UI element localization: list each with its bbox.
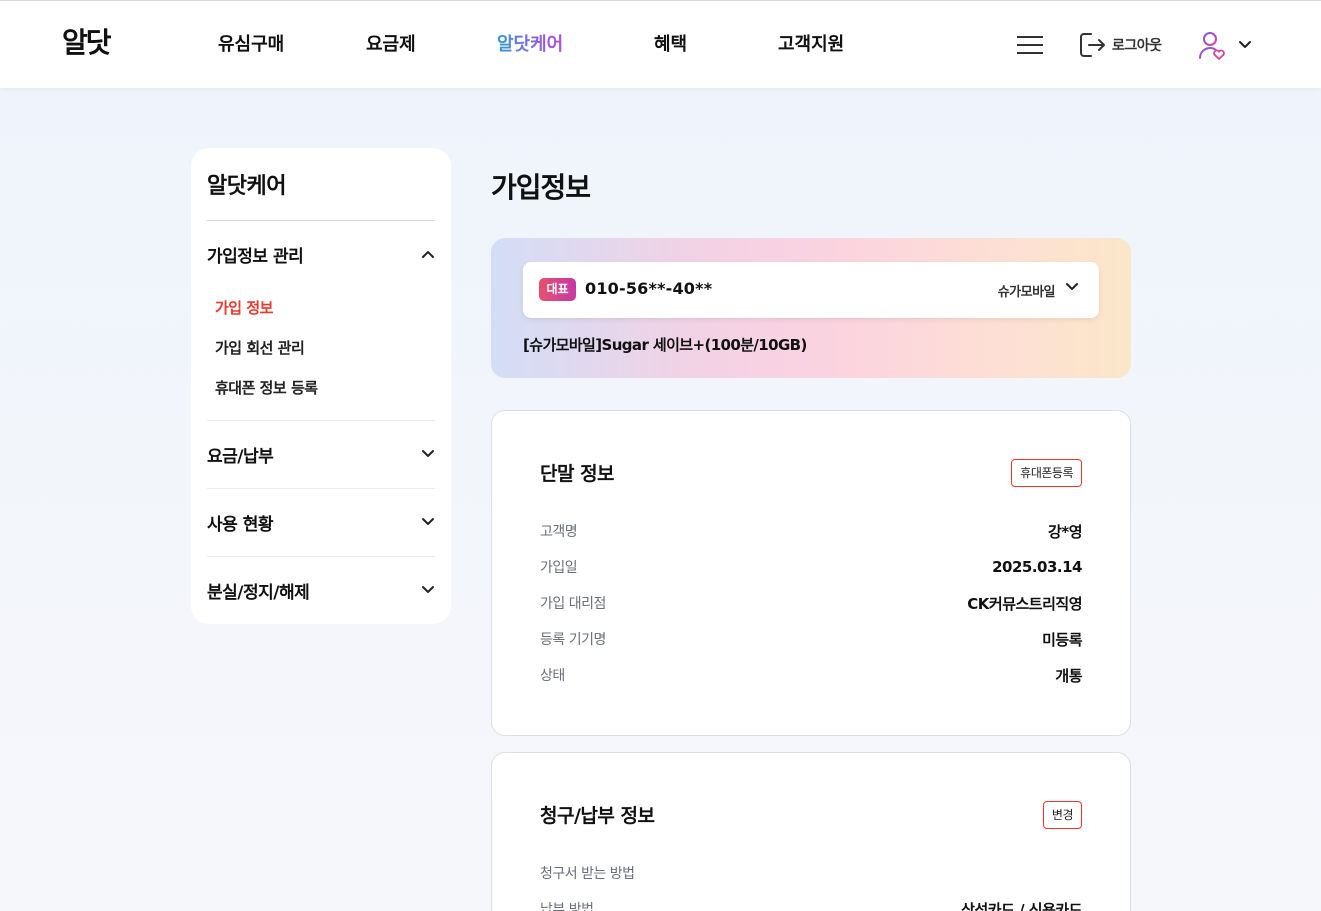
- sidebar-divider: [207, 220, 435, 221]
- info-row: 상태 개통: [540, 663, 1082, 687]
- info-label: 등록 기기명: [540, 632, 606, 648]
- nav-customer-support[interactable]: 고객지원: [778, 31, 844, 59]
- logout-button[interactable]: 로그아웃: [1078, 30, 1162, 60]
- phone-number: 010-56**-40**: [585, 279, 713, 298]
- info-label: 청구서 받는 방법: [540, 866, 635, 882]
- carrier-name: 슈가모바일: [997, 285, 1056, 300]
- chevron-down-icon: [422, 450, 434, 457]
- info-row: 청구서 받는 방법: [540, 861, 1082, 885]
- billing-info-card: 청구/납부 정보 변경 청구서 받는 방법 납부 방법 삼성카드 / 신용카드: [491, 752, 1131, 911]
- sidebar-section-label: 분실/정지/해제: [207, 582, 310, 603]
- plan-name: [슈가모바일]Sugar 세이브+(100분/10GB): [523, 336, 807, 354]
- info-row: 납부 방법 삼성카드 / 신용카드: [540, 897, 1082, 911]
- chevron-down-icon: [1239, 41, 1251, 48]
- card-title: 청구/납부 정보: [540, 805, 655, 827]
- sidebar-item-line-management[interactable]: 가입 회선 관리: [215, 337, 305, 358]
- card-title: 단말 정보: [540, 463, 615, 485]
- nav-benefits[interactable]: 혜택: [654, 31, 687, 59]
- sidebar-divider: [207, 488, 435, 489]
- sidebar-section-label: 사용 현황: [207, 514, 273, 535]
- nav-aldot-care[interactable]: 알닷케어: [497, 31, 563, 59]
- register-phone-button[interactable]: 휴대폰등록: [1011, 459, 1082, 487]
- sidebar-item-subscription-info[interactable]: 가입 정보: [215, 297, 273, 318]
- sidebar-section-loss-suspend[interactable]: 분실/정지/해제: [207, 574, 435, 606]
- user-menu[interactable]: [1198, 29, 1252, 61]
- info-value: 개통: [1055, 666, 1082, 685]
- page-title: 가입정보: [491, 171, 591, 204]
- info-value: 2025.03.14: [992, 558, 1082, 576]
- info-row: 가입 대리점 CK커뮤스트리직영: [540, 591, 1082, 615]
- info-value: 미등록: [1042, 630, 1082, 649]
- sidebar-title: 알닷케어: [207, 174, 286, 199]
- sidebar-section-usage[interactable]: 사용 현황: [207, 506, 435, 538]
- chevron-down-icon: [1066, 283, 1078, 290]
- sidebar-item-phone-registration[interactable]: 휴대폰 정보 등록: [215, 377, 318, 398]
- sidebar-divider: [207, 420, 435, 421]
- site-logo[interactable]: 알닷: [62, 23, 112, 63]
- chevron-up-icon: [422, 251, 434, 258]
- sidebar: 알닷케어 가입정보 관리 가입 정보 가입 회선 관리 휴대폰 정보 등록 요금…: [191, 148, 451, 624]
- info-row: 등록 기기명 미등록: [540, 627, 1082, 651]
- device-info-card: 단말 정보 휴대폰등록 고객명 강*영 가입일 2025.03.14 가입 대리…: [491, 410, 1131, 736]
- menu-icon[interactable]: [1017, 32, 1043, 56]
- sidebar-section-label: 가입정보 관리: [207, 246, 304, 267]
- logout-icon: [1080, 33, 1105, 57]
- line-select-dropdown[interactable]: 대표 010-56**-40** 슈가모바일: [523, 262, 1099, 318]
- nav-plans[interactable]: 요금제: [366, 31, 416, 59]
- sidebar-section-membership[interactable]: 가입정보 관리: [207, 238, 435, 270]
- nav-usim-purchase[interactable]: 유심구매: [218, 31, 284, 59]
- logout-label: 로그아웃: [1112, 38, 1162, 54]
- info-value: 삼성카드 / 신용카드: [961, 900, 1082, 911]
- sidebar-section-billing[interactable]: 요금/납부: [207, 438, 435, 470]
- top-header: 알닷 유심구매 요금제 알닷케어 혜택 고객지원 로그아웃: [0, 0, 1321, 88]
- user-heart-icon: [1199, 32, 1225, 60]
- change-billing-button[interactable]: 변경: [1042, 801, 1082, 829]
- info-value: CK커뮤스트리직영: [967, 594, 1082, 613]
- info-label: 가입일: [540, 560, 578, 576]
- main-line-badge: 대표: [539, 278, 576, 301]
- info-label: 납부 방법: [540, 902, 594, 911]
- info-row: 고객명 강*영: [540, 519, 1082, 543]
- sidebar-divider: [207, 556, 435, 557]
- info-value: 강*영: [1048, 522, 1082, 541]
- info-label: 상태: [540, 668, 565, 684]
- subscription-summary-card: 대표 010-56**-40** 슈가모바일 [슈가모바일]Sugar 세이브+…: [491, 238, 1131, 378]
- info-row: 가입일 2025.03.14: [540, 555, 1082, 579]
- info-label: 가입 대리점: [540, 596, 606, 612]
- sidebar-section-label: 요금/납부: [207, 446, 274, 467]
- info-label: 고객명: [540, 524, 578, 540]
- chevron-down-icon: [422, 518, 434, 525]
- chevron-down-icon: [422, 586, 434, 593]
